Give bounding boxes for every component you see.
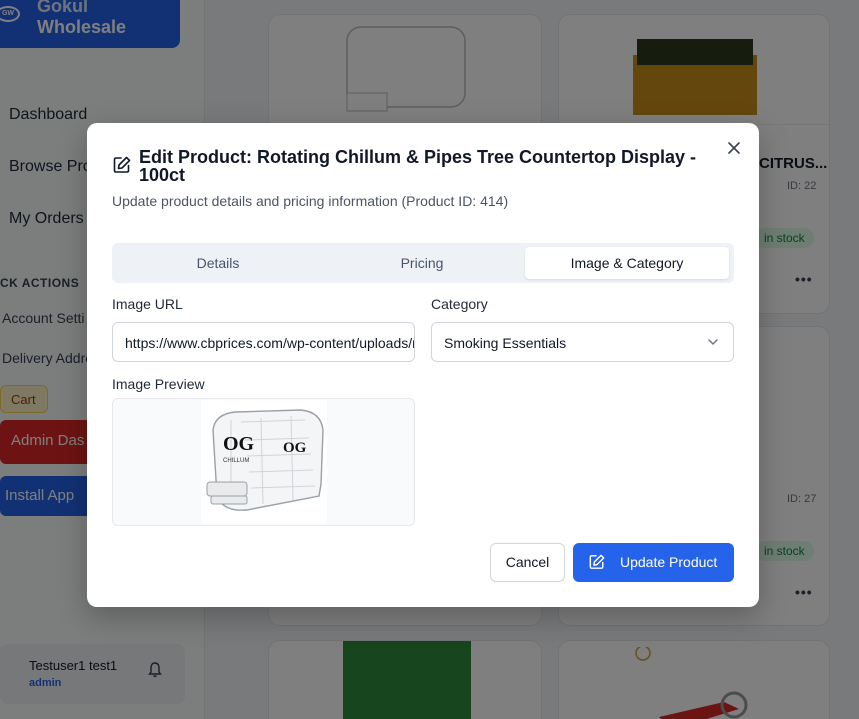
category-select[interactable]: Smoking Essentials [431, 322, 734, 362]
tab-list: Details Pricing Image & Category [112, 243, 734, 283]
display-case-image: OG OG CHILLUM [206, 409, 324, 511]
tab-details[interactable]: Details [116, 247, 320, 279]
tab-image-category[interactable]: Image & Category [525, 247, 729, 279]
cancel-button[interactable]: Cancel [490, 543, 565, 582]
chevron-down-icon [708, 339, 718, 346]
dialog-subtitle: Update product details and pricing infor… [112, 193, 509, 209]
dialog-title: Edit Product: Rotating Chillum & Pipes T… [139, 147, 697, 185]
category-label: Category [431, 296, 488, 312]
svg-text:CHILLUM: CHILLUM [223, 458, 249, 464]
image-url-input[interactable]: https://www.cbprices.com/wp-content/uplo… [112, 322, 415, 362]
edit-icon [589, 554, 605, 569]
image-preview-box: OG OG CHILLUM [112, 398, 415, 526]
update-product-label: Update Product [620, 554, 718, 570]
image-preview-label: Image Preview [112, 376, 205, 392]
svg-text:OG: OG [283, 440, 307, 456]
tab-pricing[interactable]: Pricing [320, 247, 524, 279]
update-product-button[interactable]: Update Product [573, 543, 734, 582]
product-preview-image: OG OG CHILLUM [201, 400, 327, 524]
category-selected-value: Smoking Essentials [444, 335, 567, 351]
svg-text:OG: OG [223, 433, 255, 455]
edit-icon [113, 156, 131, 173]
image-url-label: Image URL [112, 296, 183, 312]
edit-product-dialog: Edit Product: Rotating Chillum & Pipes T… [87, 123, 759, 607]
